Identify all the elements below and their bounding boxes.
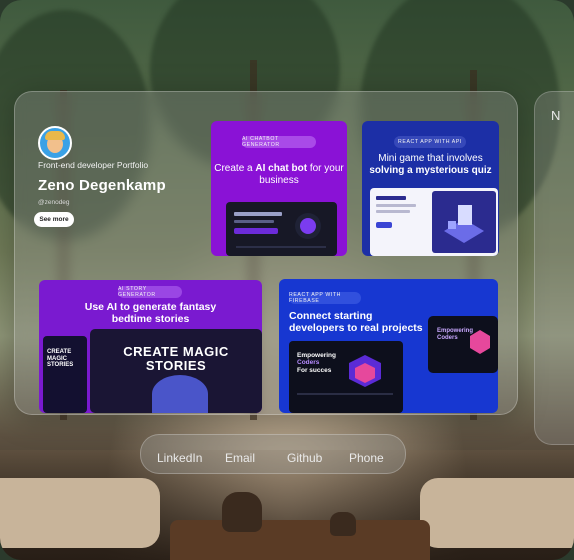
project-card-firebase[interactable]: REACT APP WITH FIREBASE Connect starting… — [279, 279, 498, 413]
project-title-line2: solving a mysterious quiz — [369, 164, 492, 176]
next-panel-letter: N — [551, 108, 561, 123]
side-line-2: Coders — [437, 334, 458, 341]
profile-name: Zeno Degenkamp — [38, 177, 166, 194]
project-card-story[interactable]: AI STORY GENERATOR Use AI to generate fa… — [39, 280, 262, 413]
project-screenshot — [226, 202, 337, 256]
nav-link-email[interactable]: Email — [225, 451, 255, 465]
project-screenshot: Empowering Coders For succes — [289, 341, 403, 413]
project-screenshot — [370, 188, 498, 256]
project-title-bold: AI chat bot — [255, 163, 308, 174]
project-card-chatbot[interactable]: AI CHATBOT GENERATOR Create a AI chat bo… — [211, 121, 347, 256]
project-tag: AI STORY GENERATOR — [118, 286, 182, 298]
project-screenshot-mobile: CREATE MAGIC STORIES — [43, 336, 87, 413]
side-line-1: Empowering — [437, 328, 474, 334]
next-panel[interactable]: N — [534, 91, 574, 445]
project-screenshot-mobile: Empowering Coders — [428, 316, 498, 373]
nav-link-linkedin[interactable]: LinkedIn — [157, 451, 202, 465]
quiz-screen-text-art — [376, 196, 416, 228]
story-screen-text: CREATE MAGIC STORIES — [123, 344, 229, 373]
room-illustration-icon — [444, 205, 484, 243]
project-tag: REACT APP WITH API — [394, 136, 466, 148]
project-title-pre: Create a — [214, 163, 256, 174]
coffee-table — [170, 520, 430, 560]
avatar — [38, 126, 72, 160]
contact-nav: LinkedIn Email Github Phone — [140, 434, 406, 474]
quiz-illustration — [432, 191, 496, 253]
avatar-hair — [45, 131, 65, 140]
firebase-screen-text: Empowering Coders For succes — [297, 352, 336, 374]
firebase-cube-small-art — [470, 330, 490, 354]
nav-link-phone[interactable]: Phone — [349, 451, 384, 465]
screen-line-2: Coders — [297, 359, 320, 367]
teapot — [222, 492, 262, 532]
mobile-screen-text: CREATE MAGIC STORIES — [47, 349, 74, 369]
chatbot-screen-art — [234, 212, 326, 248]
tea-cup — [330, 512, 356, 536]
project-card-quiz[interactable]: REACT APP WITH API Mini game that involv… — [362, 121, 499, 256]
screen-line-1: Empowering — [297, 352, 337, 359]
project-title: Connect starting developers to real proj… — [289, 310, 423, 335]
side-screen-text: Empowering Coders — [437, 328, 473, 342]
sofa-cushion — [420, 478, 574, 548]
story-illustration — [152, 375, 208, 413]
project-tag: AI CHATBOT GENERATOR — [242, 136, 316, 148]
project-title: Use AI to generate fantasy bedtime stori… — [84, 301, 217, 326]
nav-link-github[interactable]: Github — [287, 451, 322, 465]
project-tag: REACT APP WITH FIREBASE — [289, 292, 361, 304]
project-title: Mini game that involves solving a myster… — [362, 153, 499, 176]
profile-handle: @zenodeg — [38, 199, 70, 206]
profile-subtitle: Front-end developer Portfolio — [38, 160, 149, 170]
project-title-line1: Mini game that involves — [378, 153, 483, 164]
screen-line-3: For succes — [297, 366, 332, 374]
project-title: Create a AI chat bot for your business — [211, 163, 347, 186]
see-more-button[interactable]: See more — [34, 212, 74, 227]
project-screenshot: CREATE MAGIC STORIES — [90, 329, 262, 413]
sofa-cushion — [0, 478, 160, 548]
